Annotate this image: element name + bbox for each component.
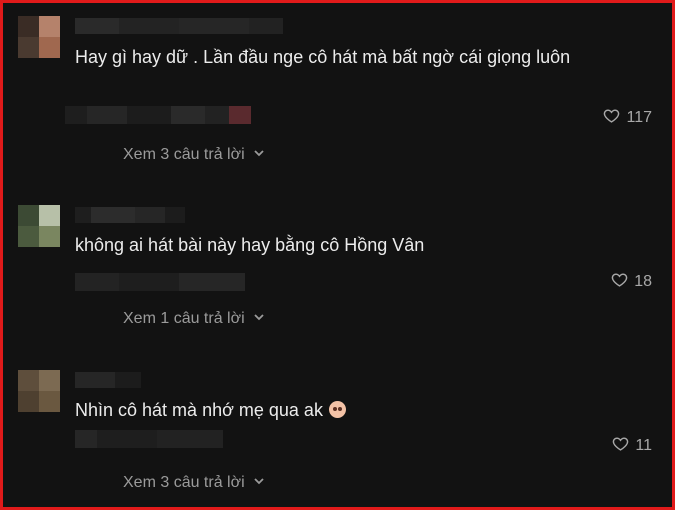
- avatar[interactable]: [18, 205, 60, 247]
- view-replies-label: Xem 3 câu trả lời: [123, 146, 245, 163]
- like-count: 11: [635, 437, 652, 454]
- view-replies-button[interactable]: Xem 3 câu trả lời: [123, 146, 265, 164]
- like-button[interactable]: 18: [611, 271, 652, 293]
- chevron-down-icon: [251, 146, 265, 164]
- anguished-face-emoji: [328, 401, 346, 418]
- avatar[interactable]: [18, 16, 60, 58]
- username-censored[interactable]: [75, 18, 283, 34]
- comment-text: không ai hát bài này hay bằng cô Hồng Vâ…: [75, 235, 425, 255]
- comment-text-content: Nhìn cô hát mà nhớ mẹ qua ak: [75, 400, 323, 420]
- like-count: 117: [626, 109, 652, 126]
- comment-meta-censored: [65, 106, 251, 124]
- comment-meta-censored: [75, 430, 223, 448]
- view-replies-button[interactable]: Xem 1 câu trả lời: [123, 310, 265, 328]
- chevron-down-icon: [251, 310, 265, 328]
- username-censored[interactable]: [75, 207, 185, 223]
- like-button[interactable]: 11: [612, 435, 652, 457]
- comment-meta-censored: [75, 273, 245, 291]
- heart-outline-icon: [603, 107, 620, 129]
- avatar[interactable]: [18, 370, 60, 412]
- view-replies-label: Xem 1 câu trả lời: [123, 310, 245, 327]
- comments-panel: Hay gì hay dữ . Lần đầu nge cô hát mà bấ…: [0, 0, 675, 510]
- like-count: 18: [634, 273, 652, 290]
- comment-text: Hay gì hay dữ . Lần đầu nge cô hát mà bấ…: [75, 47, 571, 67]
- like-button[interactable]: 117: [603, 107, 652, 129]
- view-replies-label: Xem 3 câu trả lời: [123, 474, 245, 491]
- username-censored[interactable]: [75, 372, 141, 388]
- heart-outline-icon: [612, 435, 629, 457]
- view-replies-button[interactable]: Xem 3 câu trả lời: [123, 474, 265, 492]
- comment-text: Nhìn cô hát mà nhớ mẹ qua ak: [75, 397, 575, 424]
- heart-outline-icon: [611, 271, 628, 293]
- chevron-down-icon: [251, 474, 265, 492]
